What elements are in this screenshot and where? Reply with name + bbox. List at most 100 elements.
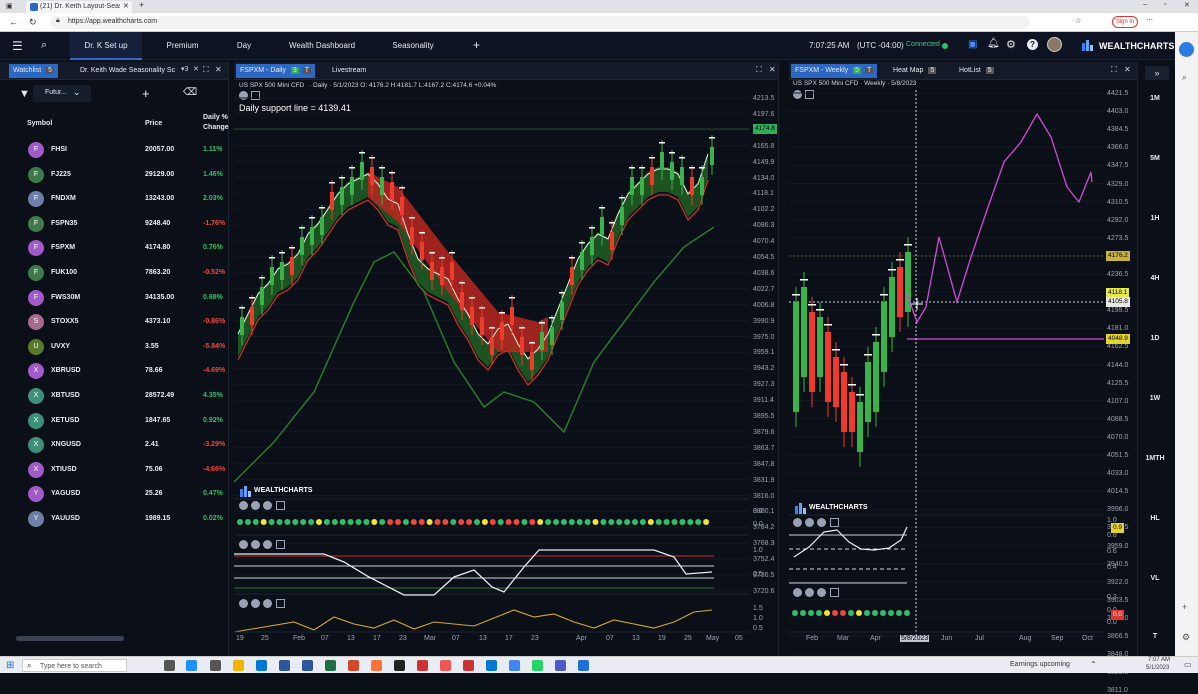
watchlist-row[interactable]: F FHSI 20057.00 1.11%: [0, 138, 228, 162]
settings-gear-icon[interactable]: ⚙: [1006, 38, 1016, 51]
tab-close-icon[interactable]: ✕: [123, 2, 129, 10]
new-tab-icon[interactable]: +: [139, 0, 144, 10]
indicator-settings-icon[interactable]: [239, 599, 248, 608]
timezone[interactable]: (UTC -04:00): [857, 41, 904, 50]
tab-watchlist[interactable]: Watchlist 5: [9, 64, 58, 78]
address-bar[interactable]: 🔒︎ https://app.wealthcharts.com: [50, 16, 1030, 29]
task-view-icon[interactable]: [164, 660, 175, 671]
watchlist-row[interactable]: F FSPN35 9248.40 -1.76%: [0, 212, 228, 236]
watchlist-row[interactable]: F FSPXM 4174.80 0.76%: [0, 236, 228, 260]
col-price[interactable]: Price: [145, 120, 162, 127]
timeframe-button[interactable]: VL: [1140, 575, 1170, 582]
taskbar-app-icon[interactable]: [210, 660, 221, 671]
indicator-down-icon[interactable]: [251, 540, 260, 549]
taskbar-app-icon[interactable]: [486, 660, 497, 671]
tab-dropdown-icon[interactable]: ▾3: [181, 65, 188, 73]
timeframe-button[interactable]: HL: [1140, 515, 1170, 522]
tab-seasonality-scanner[interactable]: Dr. Keith Wade Seasonality Sc: [76, 64, 176, 78]
watchlist-row[interactable]: X XBTUSD 28572.49 4.35%: [0, 384, 228, 408]
add-symbol-icon[interactable]: +: [142, 86, 150, 101]
tab-day[interactable]: Day: [225, 32, 263, 60]
indicator-settings-icon[interactable]: [793, 518, 802, 527]
taskbar-app-icon[interactable]: [394, 660, 405, 671]
watchlist-row[interactable]: F FJ225 29129.00 1.46%: [0, 163, 228, 187]
tab-seasonality[interactable]: Seasonality: [380, 32, 446, 60]
watchlist-row[interactable]: X XTIUSD 75.06 -4.66%: [0, 458, 228, 482]
save-icon[interactable]: ▣: [968, 39, 977, 50]
maximize-icon[interactable]: ▫: [1164, 1, 1166, 8]
refresh-icon[interactable]: ↻: [29, 17, 37, 28]
expand-icon[interactable]: ⛶: [203, 65, 209, 75]
watchlist-row[interactable]: U UVXY 3.55 -5.84%: [0, 335, 228, 359]
indicator-up-icon[interactable]: [263, 540, 272, 549]
word-icon[interactable]: [302, 660, 313, 671]
indicator-down-icon[interactable]: [251, 501, 260, 510]
teams-icon[interactable]: [555, 660, 566, 671]
watchlist-row[interactable]: X XETUSD 1847.65 0.92%: [0, 409, 228, 433]
sidebar-add-icon[interactable]: +: [1182, 602, 1187, 612]
tab-premium[interactable]: Premium: [155, 32, 210, 60]
timeframe-button[interactable]: 4H: [1140, 275, 1170, 282]
browser-tab[interactable]: (21) Dr. Keith Layout-Seasonal - ✕: [26, 1, 132, 13]
excel-icon[interactable]: [325, 660, 336, 671]
indicator-up-icon[interactable]: [263, 599, 272, 608]
edge-icon[interactable]: [186, 660, 197, 671]
col-symbol[interactable]: Symbol: [27, 120, 52, 127]
tray-date[interactable]: 5/1/2023: [1146, 665, 1169, 671]
indicator-add-icon[interactable]: [276, 599, 285, 608]
filter-icon[interactable]: ▼: [19, 88, 30, 100]
indicator-down-icon[interactable]: [805, 518, 814, 527]
news-widget[interactable]: Earnings upcoming: [1010, 661, 1070, 668]
help-icon[interactable]: ?: [1027, 39, 1038, 50]
taskbar-app-icon[interactable]: [440, 660, 451, 671]
timeframe-button[interactable]: 1W: [1140, 395, 1170, 402]
indicator-settings-icon[interactable]: [239, 501, 248, 510]
tray-time[interactable]: 7:07 AM: [1148, 657, 1170, 663]
close-panel-icon[interactable]: ✕: [215, 65, 222, 74]
browser-menu-icon[interactable]: ⋯: [1146, 16, 1153, 24]
watchlist-row[interactable]: F FNDXM 13243.00 2.03%: [0, 187, 228, 211]
col-change-line2[interactable]: Change: [203, 124, 229, 131]
tray-chevron-icon[interactable]: ⌃: [1090, 660, 1097, 669]
firefox-icon[interactable]: [371, 660, 382, 671]
indicator-settings-icon[interactable]: [239, 540, 248, 549]
horizontal-scrollbar[interactable]: [16, 636, 124, 641]
watchlist-row[interactable]: Y YAGUSD 25.26 0.47%: [0, 482, 228, 506]
indicator-down-icon[interactable]: [251, 599, 260, 608]
indicator-add-icon[interactable]: [276, 540, 285, 549]
sidebar-settings-icon[interactable]: ⚙: [1182, 632, 1190, 643]
collapse-panel-icon[interactable]: »: [1145, 66, 1169, 80]
mail-icon[interactable]: [256, 660, 267, 671]
sidebar-search-icon[interactable]: ⌕: [1182, 72, 1187, 83]
indicator-settings-icon[interactable]: [793, 588, 802, 597]
indicator-up-icon[interactable]: [817, 518, 826, 527]
col-change-line1[interactable]: Daily %: [203, 114, 228, 121]
notification-bell-icon[interactable]: 🔔︎: [987, 38, 1000, 49]
indicator-add-icon[interactable]: [830, 588, 839, 597]
user-avatar[interactable]: [1047, 37, 1062, 52]
word-icon[interactable]: [279, 660, 290, 671]
taskbar-app-icon[interactable]: [417, 660, 428, 671]
pin-icon[interactable]: ✕: [193, 65, 199, 73]
timeframe-button[interactable]: 1H: [1140, 215, 1170, 222]
add-tab-icon[interactable]: +: [473, 38, 480, 52]
back-icon[interactable]: ←: [9, 17, 18, 27]
indicator-add-icon[interactable]: [276, 501, 285, 510]
filter-dropdown[interactable]: Futur... ⌄: [33, 85, 91, 102]
favorites-icon[interactable]: ☆: [1075, 17, 1081, 25]
daily-price-chart[interactable]: [234, 62, 779, 656]
chrome-icon[interactable]: [509, 660, 520, 671]
indicator-add-icon[interactable]: [830, 518, 839, 527]
powerpoint-icon[interactable]: [348, 660, 359, 671]
zoom-icon[interactable]: [578, 660, 589, 671]
timeframe-button[interactable]: T: [1140, 633, 1170, 640]
hamburger-menu-icon[interactable]: ☰: [12, 39, 23, 53]
watchlist-row[interactable]: Y YAUUSD 1989.15 0.02%: [0, 507, 228, 531]
bing-icon[interactable]: [1179, 42, 1194, 57]
window-close-icon[interactable]: ✕: [1184, 1, 1190, 9]
whatsapp-icon[interactable]: [532, 660, 543, 671]
indicator-down-icon[interactable]: [805, 588, 814, 597]
signin-button[interactable]: Sign in: [1112, 16, 1138, 28]
watchlist-row[interactable]: F FUK100 7863.20 -0.52%: [0, 261, 228, 285]
taskbar-app-icon[interactable]: [463, 660, 474, 671]
